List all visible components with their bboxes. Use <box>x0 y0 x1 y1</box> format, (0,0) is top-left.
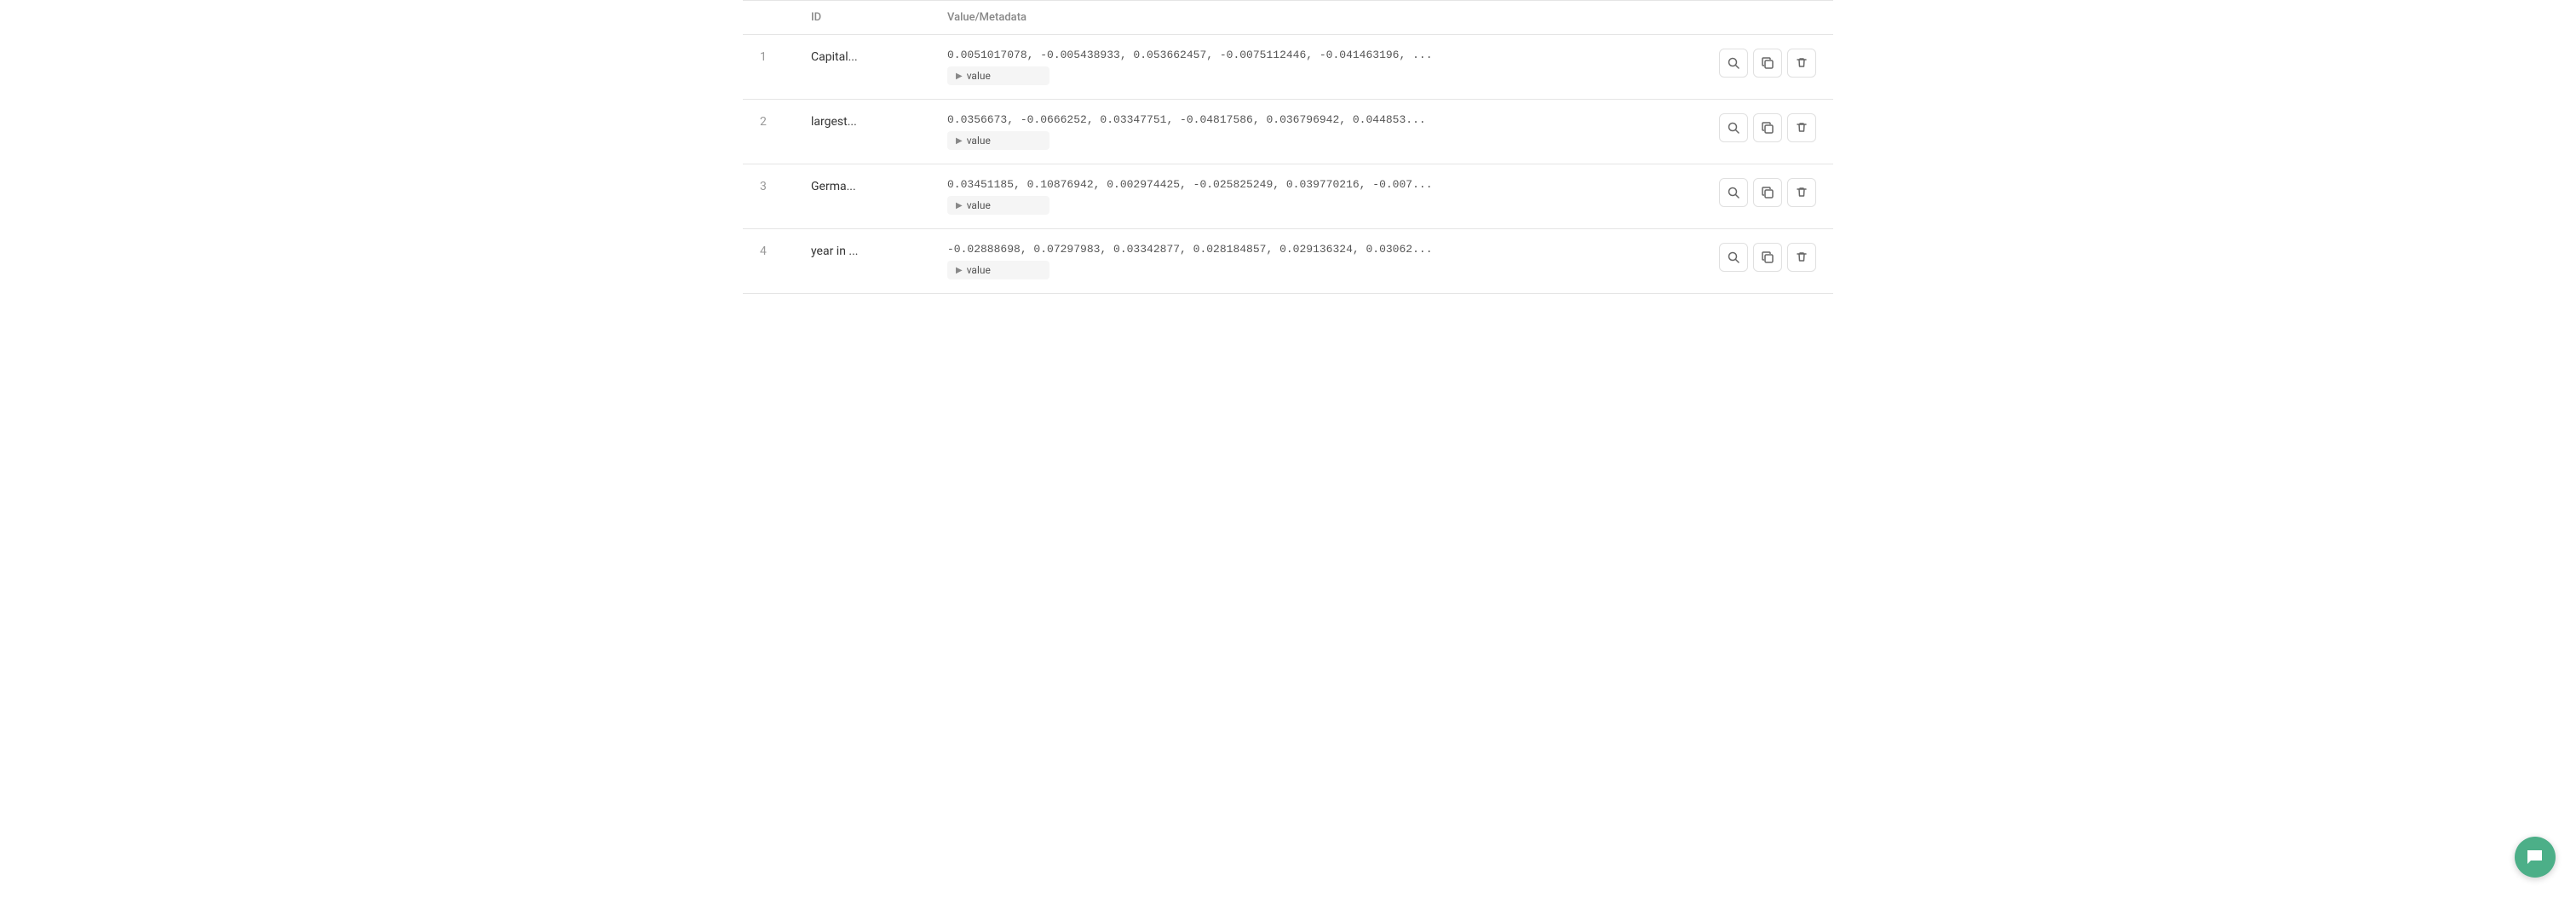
expand-arrow-icon: ▶ <box>956 201 963 210</box>
row-id: largest... <box>811 113 947 129</box>
row-value-container: 0.03451185, 0.10876942, 0.002974425, -0.… <box>947 178 1680 215</box>
row-value-text: 0.03451185, 0.10876942, 0.002974425, -0.… <box>947 178 1680 191</box>
search-icon <box>1727 121 1740 135</box>
value-expand-label: value <box>967 70 991 82</box>
row-number: 4 <box>760 243 811 258</box>
row-value-container: 0.0051017078, -0.005438933, 0.053662457,… <box>947 49 1680 85</box>
header-value: Value/Metadata <box>947 11 1680 24</box>
row-number: 3 <box>760 178 811 193</box>
value-expand-button[interactable]: ▶ value <box>947 261 1049 279</box>
search-icon <box>1727 186 1740 199</box>
value-expand-button[interactable]: ▶ value <box>947 66 1049 85</box>
delete-button[interactable] <box>1787 178 1816 207</box>
value-expand-label: value <box>967 264 991 276</box>
value-expand-button[interactable]: ▶ value <box>947 196 1049 215</box>
expand-arrow-icon: ▶ <box>956 266 963 275</box>
row-number: 1 <box>760 49 811 64</box>
table-row: 1 Capital... 0.0051017078, -0.005438933,… <box>743 35 1833 100</box>
copy-icon <box>1761 186 1774 199</box>
row-id: Germa... <box>811 178 947 193</box>
row-id: Capital... <box>811 49 947 64</box>
search-icon <box>1727 56 1740 70</box>
search-button[interactable] <box>1719 243 1748 272</box>
delete-button[interactable] <box>1787 113 1816 142</box>
search-button[interactable] <box>1719 49 1748 78</box>
copy-button[interactable] <box>1753 49 1782 78</box>
row-actions <box>1680 178 1816 207</box>
row-actions <box>1680 113 1816 142</box>
row-actions <box>1680 49 1816 78</box>
chat-icon <box>2525 847 2545 867</box>
data-table: ID Value/Metadata 1 Capital... 0.0051017… <box>743 0 1833 294</box>
delete-icon <box>1795 186 1808 199</box>
search-button[interactable] <box>1719 113 1748 142</box>
delete-icon <box>1795 56 1808 70</box>
chat-bubble-button[interactable] <box>2515 837 2556 878</box>
delete-icon <box>1795 121 1808 135</box>
delete-icon <box>1795 250 1808 264</box>
table-header: ID Value/Metadata <box>743 1 1833 35</box>
expand-arrow-icon: ▶ <box>956 72 963 81</box>
expand-arrow-icon: ▶ <box>956 136 963 146</box>
header-index <box>760 11 811 24</box>
value-expand-label: value <box>967 199 991 211</box>
copy-button[interactable] <box>1753 113 1782 142</box>
delete-button[interactable] <box>1787 243 1816 272</box>
row-value-text: 0.0356673, -0.0666252, 0.03347751, -0.04… <box>947 113 1680 126</box>
search-icon <box>1727 250 1740 264</box>
row-value-container: -0.02888698, 0.07297983, 0.03342877, 0.0… <box>947 243 1680 279</box>
delete-button[interactable] <box>1787 49 1816 78</box>
row-id: year in ... <box>811 243 947 258</box>
value-expand-label: value <box>967 135 991 147</box>
copy-icon <box>1761 56 1774 70</box>
row-value-container: 0.0356673, -0.0666252, 0.03347751, -0.04… <box>947 113 1680 150</box>
value-expand-button[interactable]: ▶ value <box>947 131 1049 150</box>
table-row: 2 largest... 0.0356673, -0.0666252, 0.03… <box>743 100 1833 164</box>
row-value-text: -0.02888698, 0.07297983, 0.03342877, 0.0… <box>947 243 1680 256</box>
row-number: 2 <box>760 113 811 129</box>
table-row: 3 Germa... 0.03451185, 0.10876942, 0.002… <box>743 164 1833 229</box>
row-value-text: 0.0051017078, -0.005438933, 0.053662457,… <box>947 49 1680 61</box>
copy-button[interactable] <box>1753 243 1782 272</box>
header-id: ID <box>811 11 947 24</box>
copy-button[interactable] <box>1753 178 1782 207</box>
copy-icon <box>1761 250 1774 264</box>
header-actions <box>1680 11 1816 24</box>
row-actions <box>1680 243 1816 272</box>
search-button[interactable] <box>1719 178 1748 207</box>
copy-icon <box>1761 121 1774 135</box>
table-row: 4 year in ... -0.02888698, 0.07297983, 0… <box>743 229 1833 294</box>
